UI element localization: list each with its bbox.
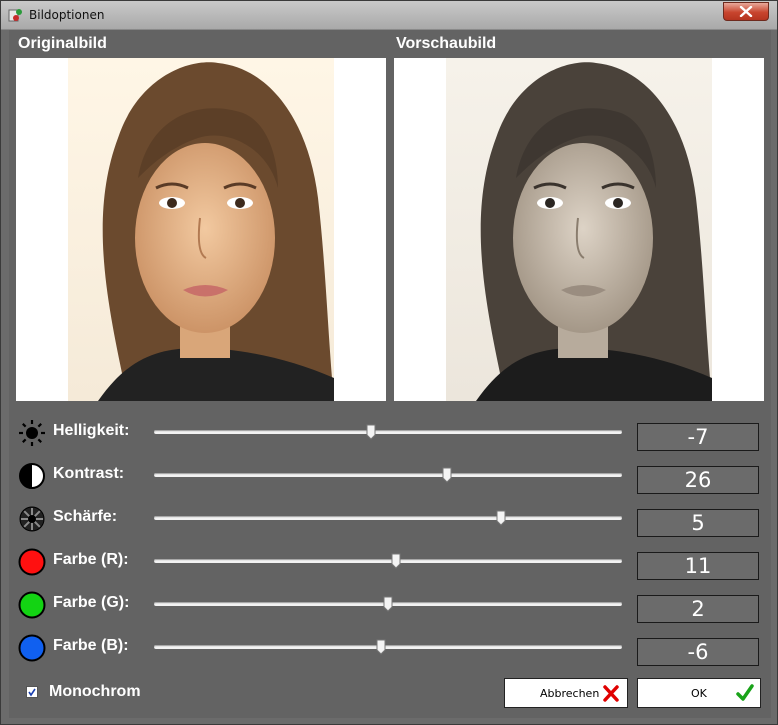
monochrom-checkbox[interactable] xyxy=(26,686,38,698)
sun-icon xyxy=(19,420,45,446)
blue-circle-icon xyxy=(18,634,46,662)
dialog-window: Bildoptionen Originalbild Vorschaubild H… xyxy=(0,0,778,725)
original-image-frame xyxy=(16,58,386,401)
checkmark-icon xyxy=(28,688,36,697)
monochrom-label[interactable]: Monochrom xyxy=(49,683,141,701)
close-icon xyxy=(739,6,753,17)
slider-value-field[interactable]: 5 xyxy=(637,509,759,537)
slider-label: Farbe (G): xyxy=(53,594,130,611)
slider-thumb[interactable] xyxy=(442,467,452,483)
slider-thumb[interactable] xyxy=(383,596,393,612)
slider-thumb[interactable] xyxy=(376,639,386,655)
red-circle-icon xyxy=(18,548,46,576)
slider-track[interactable] xyxy=(154,430,622,434)
green-circle-icon xyxy=(18,591,46,619)
slider-value-field[interactable]: 2 xyxy=(637,595,759,623)
slider-thumb[interactable] xyxy=(496,510,506,526)
green-check-icon xyxy=(736,684,754,701)
slider-label: Helligkeit: xyxy=(53,422,130,439)
contrast-icon xyxy=(19,463,45,489)
close-button[interactable] xyxy=(723,2,769,21)
slider-track[interactable] xyxy=(154,516,622,520)
slider-value-field[interactable]: 26 xyxy=(637,466,759,494)
original-image-label: Originalbild xyxy=(18,35,107,52)
title-bar[interactable]: Bildoptionen xyxy=(1,1,777,30)
slider-track[interactable] xyxy=(154,559,622,563)
sharpness-icon xyxy=(19,506,45,532)
slider-label: Farbe (B): xyxy=(53,637,129,654)
cancel-button-label: Abbrechen xyxy=(540,687,600,700)
original-photo xyxy=(68,58,334,401)
slider-thumb[interactable] xyxy=(366,424,376,440)
cancel-button[interactable]: Abbrechen xyxy=(504,678,628,708)
red-x-icon xyxy=(603,685,619,702)
window-title: Bildoptionen xyxy=(29,8,105,22)
preview-photo xyxy=(446,58,712,401)
slider-label: Farbe (R): xyxy=(53,551,129,568)
slider-label: Schärfe: xyxy=(53,508,118,525)
preview-image-frame xyxy=(394,58,764,401)
slider-track[interactable] xyxy=(154,645,622,649)
slider-value-field[interactable]: -6 xyxy=(637,638,759,666)
slider-value-field[interactable]: -7 xyxy=(637,423,759,451)
preview-image-label: Vorschaubild xyxy=(396,35,497,52)
slider-track[interactable] xyxy=(154,473,622,477)
slider-thumb[interactable] xyxy=(391,553,401,569)
slider-value-field[interactable]: 11 xyxy=(637,552,759,580)
ok-button[interactable]: OK xyxy=(637,678,761,708)
ok-button-label: OK xyxy=(691,687,707,700)
app-icon xyxy=(8,9,22,22)
slider-label: Kontrast: xyxy=(53,465,125,482)
